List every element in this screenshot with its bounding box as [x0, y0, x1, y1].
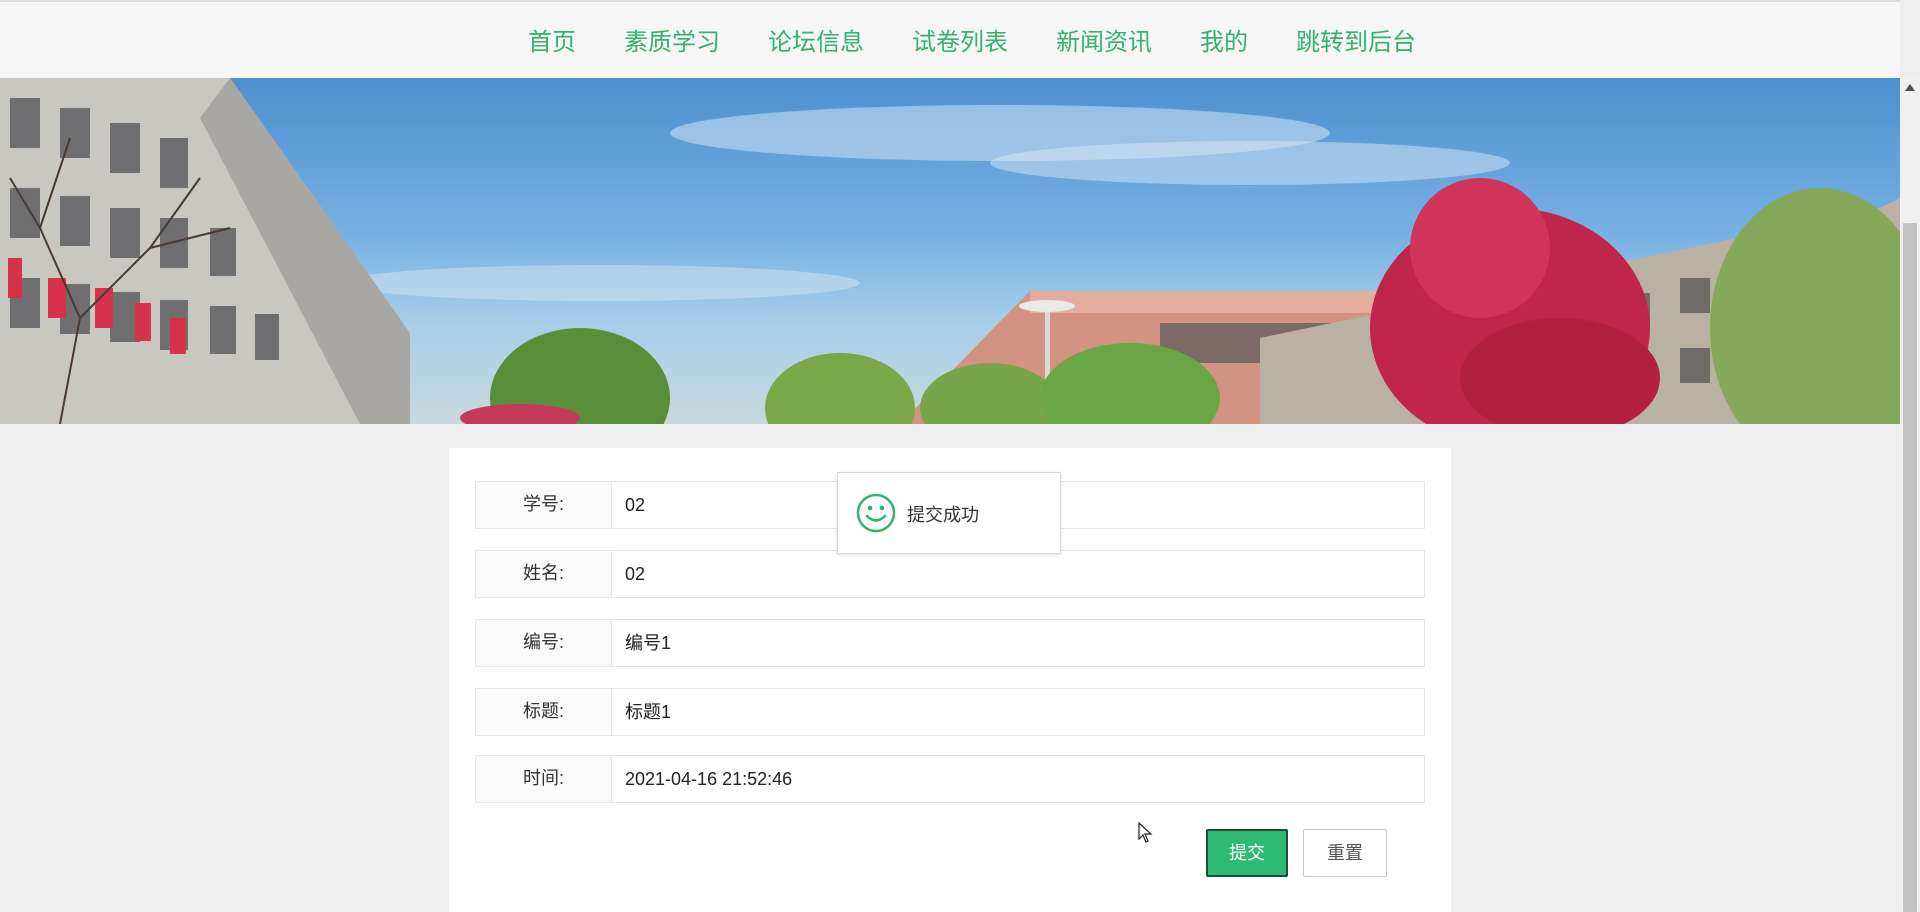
field-row-time: 时间: 2021-04-16 21:52:46	[475, 755, 1425, 803]
field-label: 标题:	[522, 701, 564, 721]
mouse-cursor-icon	[1138, 822, 1153, 843]
top-navbar: 首页 素质学习 论坛信息 试卷列表 新闻资讯 我的 跳转到后台	[0, 0, 1900, 78]
name-input[interactable]: 02	[611, 551, 1424, 597]
campus-scene	[0, 78, 1900, 424]
scroll-up-arrow-icon[interactable]	[1905, 84, 1915, 91]
field-label: 时间:	[522, 768, 564, 788]
nav-item-quality-learning[interactable]: 素质学习	[624, 22, 720, 64]
field-row-title: 标题: 标题1	[475, 688, 1425, 736]
smile-icon	[856, 493, 896, 533]
nav-menu: 首页 素质学习 论坛信息 试卷列表 新闻资讯 我的 跳转到后台	[528, 22, 1416, 64]
success-toast: 提交成功	[837, 472, 1061, 554]
nav-item-home[interactable]: 首页	[528, 22, 576, 64]
toast-message: 提交成功	[907, 505, 979, 525]
nav-item-forum[interactable]: 论坛信息	[768, 22, 864, 64]
field-label: 姓名:	[522, 563, 564, 583]
banner-image	[0, 78, 1900, 424]
scrollbar-thumb[interactable]	[1903, 223, 1917, 912]
nav-item-mine[interactable]: 我的	[1200, 22, 1248, 64]
field-row-number: 编号: 编号1	[475, 619, 1425, 667]
nav-item-exam-list[interactable]: 试卷列表	[912, 22, 1008, 64]
field-row-name: 姓名: 02	[475, 550, 1425, 598]
time-input[interactable]: 2021-04-16 21:52:46	[611, 756, 1424, 802]
vertical-scrollbar[interactable]	[1900, 78, 1920, 912]
nav-item-admin[interactable]: 跳转到后台	[1296, 22, 1416, 64]
submit-button[interactable]: 提交	[1206, 829, 1288, 877]
field-label: 编号:	[522, 632, 564, 652]
title-input[interactable]: 标题1	[611, 689, 1424, 735]
reset-button[interactable]: 重置	[1303, 829, 1387, 877]
number-input[interactable]: 编号1	[611, 620, 1424, 666]
field-label: 学号:	[522, 494, 564, 514]
nav-item-news[interactable]: 新闻资讯	[1056, 22, 1152, 64]
